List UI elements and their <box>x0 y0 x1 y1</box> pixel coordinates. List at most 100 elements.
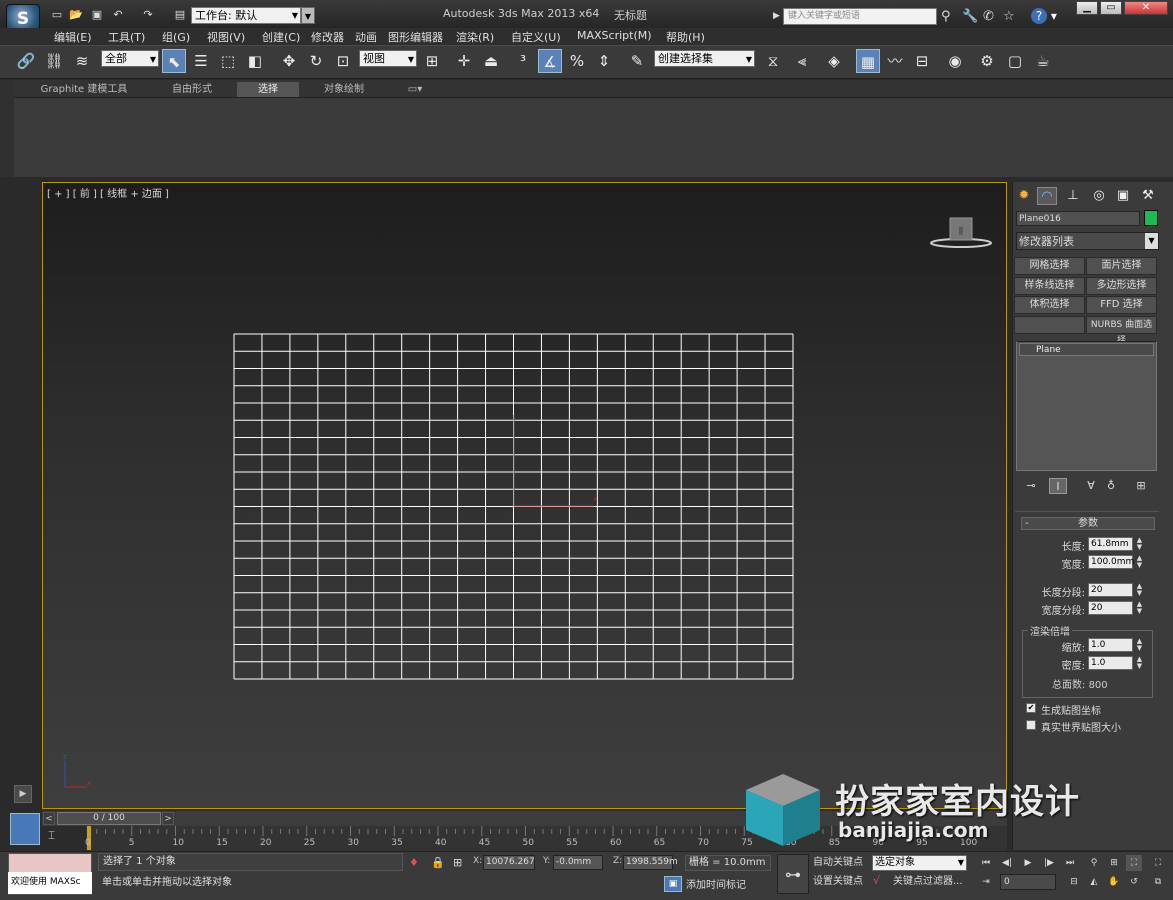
real-world-checkbox[interactable] <box>1026 720 1036 730</box>
pin-stack-icon[interactable]: ⊸ <box>1022 478 1040 494</box>
auto-key-button[interactable]: 自动关键点 <box>813 855 863 871</box>
ribbon-options-icon[interactable]: ▭▾ <box>400 82 430 97</box>
menu-animation[interactable]: 动画 <box>355 29 377 45</box>
tab-selection[interactable]: 选择 <box>237 82 299 97</box>
menu-maxscript[interactable]: MAXScript(M) <box>577 29 652 42</box>
parameters-rollout-header[interactable]: - 参数 <box>1021 517 1155 530</box>
rotate-icon[interactable]: ↻ <box>304 49 328 73</box>
tab-graphite-modeling[interactable]: Graphite 建模工具 <box>22 82 146 97</box>
selection-filter-dropdown[interactable]: 全部 ▼ <box>101 50 159 67</box>
menu-edit[interactable]: 编辑(E) <box>54 29 92 45</box>
selection-lock-icon[interactable]: 🔒 <box>431 856 445 869</box>
graphite-toggle-icon[interactable]: ▦ <box>856 49 880 73</box>
key-icon[interactable]: 🔧 <box>962 9 978 24</box>
binoculars-icon[interactable]: ⚲ <box>941 9 951 24</box>
menu-graph-editors[interactable]: 图形编辑器 <box>388 29 443 45</box>
time-configuration-icon[interactable]: ⊟ <box>1066 874 1082 890</box>
isolate-selection-icon[interactable]: ♦ <box>409 856 419 869</box>
time-tag-icon[interactable]: ▣ <box>664 876 682 892</box>
front-viewport[interactable]: x z x <box>42 182 1007 809</box>
zoom-extents-all-icon[interactable]: ⛶ <box>1150 855 1166 871</box>
create-tab-icon[interactable]: ✹ <box>1014 187 1034 205</box>
go-to-start-icon[interactable]: ⏮ <box>978 855 994 871</box>
object-name-field[interactable]: Plane016 <box>1016 211 1140 226</box>
curve-editor-icon[interactable]: 〰 <box>883 49 907 73</box>
render-production-icon[interactable]: ☕ <box>1031 49 1055 73</box>
filters-icon[interactable]: ⌶ <box>48 828 72 848</box>
mini-listener-icon[interactable] <box>10 813 40 845</box>
scale-spinner[interactable]: ▲ ▼ <box>1135 638 1144 652</box>
select-object-icon[interactable]: ⬉ <box>162 49 186 73</box>
width-segs-spinner[interactable]: ▲ ▼ <box>1135 601 1144 615</box>
viewcube-icon[interactable]: ⫼ <box>930 215 992 251</box>
x-coordinate-field[interactable]: 10076.267 <box>483 855 535 870</box>
menu-views[interactable]: 视图(V) <box>207 29 245 45</box>
menu-customize[interactable]: 自定义(U) <box>511 29 561 45</box>
volume-select-button[interactable]: 体积选择 <box>1014 296 1085 314</box>
go-to-end-icon[interactable]: ⏭ <box>1062 855 1078 871</box>
move-icon[interactable]: ✥ <box>277 49 301 73</box>
motion-tab-icon[interactable]: ◎ <box>1089 187 1109 205</box>
mirror-icon[interactable]: ⧖ <box>761 49 785 73</box>
field-of-view-icon[interactable]: ◭ <box>1086 874 1102 890</box>
mesh-select-button[interactable]: 网格选择 <box>1014 257 1085 275</box>
density-input[interactable]: 1.0 <box>1088 656 1133 670</box>
viewport-canvas[interactable]: x z x <box>43 183 1008 810</box>
edit-named-selection-icon[interactable]: ✎ <box>625 49 649 73</box>
remove-modifier-icon[interactable]: ♁ <box>1102 478 1120 494</box>
zoom-icon[interactable]: ⚲ <box>1086 855 1102 871</box>
ffd-select-button[interactable]: FFD 选择 <box>1086 296 1157 314</box>
spinner-snap-icon[interactable]: ⇕ <box>592 49 616 73</box>
add-time-tag-button[interactable]: 添加时间标记 <box>686 876 746 891</box>
pan-view-icon[interactable]: ✋ <box>1106 874 1122 890</box>
key-filters-button[interactable]: 关键点过滤器... <box>893 874 963 890</box>
named-selection-dropdown[interactable]: 创建选择集 ▼ <box>654 50 755 67</box>
new-file-icon[interactable]: ▭ <box>49 8 65 22</box>
pivot-center-icon[interactable]: ⊞ <box>420 49 444 73</box>
project-folder-icon[interactable]: ▤ <box>172 8 188 22</box>
display-tab-icon[interactable]: ▣ <box>1113 187 1133 205</box>
y-coordinate-field[interactable]: -0.0mm <box>553 855 603 870</box>
length-segs-input[interactable]: 20 <box>1088 583 1133 597</box>
menu-create[interactable]: 创建(C) <box>262 29 300 45</box>
communication-icon[interactable]: ✆ <box>983 9 994 24</box>
rectangular-selection-icon[interactable]: ⬚ <box>216 49 240 73</box>
align-icon[interactable]: ⫷ <box>790 49 814 73</box>
rendered-frame-window-icon[interactable]: ▢ <box>1003 49 1027 73</box>
tab-object-paint[interactable]: 对象绘制 <box>303 82 385 97</box>
nurbs-surface-select-button[interactable]: NURBS 曲面选择 <box>1086 316 1157 346</box>
snaps-toggle-icon[interactable]: ³ <box>511 49 535 73</box>
quick-access-more-icon[interactable]: ▼ <box>301 7 315 24</box>
workspace-dropdown[interactable]: 工作台: 默认 ▼ <box>191 7 301 24</box>
z-coordinate-field[interactable]: 1998.559m <box>623 855 678 870</box>
undo-icon[interactable]: ↶ <box>110 8 126 22</box>
minimize-button[interactable]: ▁ <box>1076 1 1098 15</box>
utilities-tab-icon[interactable]: ⚒ <box>1138 187 1158 205</box>
close-button[interactable]: ✕ <box>1124 1 1168 15</box>
unlink-icon[interactable]: ⛓ <box>42 49 66 73</box>
maxscript-mini-input[interactable]: 欢迎使用 MAXSc <box>8 872 92 894</box>
key-mode-toggle-icon[interactable]: ⇥ <box>978 874 994 890</box>
menu-help[interactable]: 帮助(H) <box>666 29 705 45</box>
width-segs-input[interactable]: 20 <box>1088 601 1133 615</box>
width-spinner[interactable]: ▲ ▼ <box>1135 555 1144 569</box>
viewport-expand-icon[interactable]: ▶ <box>14 785 32 803</box>
absolute-mode-icon[interactable]: ⊞ <box>453 856 462 869</box>
bind-spacewarp-icon[interactable]: ≋ <box>70 49 94 73</box>
next-frame-icon[interactable]: |▶ <box>1041 855 1057 871</box>
time-slider-thumb[interactable]: 0 / 100 <box>57 812 161 825</box>
scale-icon[interactable]: ⊡ <box>331 49 355 73</box>
width-input[interactable]: 100.0mm <box>1088 555 1134 569</box>
link-icon[interactable]: 🔗 <box>14 49 38 73</box>
angle-snap-icon[interactable]: ∡ <box>538 49 562 73</box>
maximize-viewport-icon[interactable]: ⧉ <box>1150 874 1166 890</box>
open-file-icon[interactable]: 📂 <box>68 8 84 22</box>
search-input[interactable]: 键入关键字或短语 <box>783 8 937 25</box>
menu-rendering[interactable]: 渲染(R) <box>456 29 494 45</box>
time-slider-next-icon[interactable]: > <box>162 812 174 825</box>
modify-tab-icon[interactable]: ◠ <box>1037 187 1057 205</box>
zoom-all-icon[interactable]: ⊞ <box>1106 855 1122 871</box>
select-manipulate-icon[interactable]: ✛ <box>452 49 476 73</box>
length-input[interactable]: 61.8mm <box>1088 537 1133 551</box>
density-spinner[interactable]: ▲ ▼ <box>1135 656 1144 670</box>
